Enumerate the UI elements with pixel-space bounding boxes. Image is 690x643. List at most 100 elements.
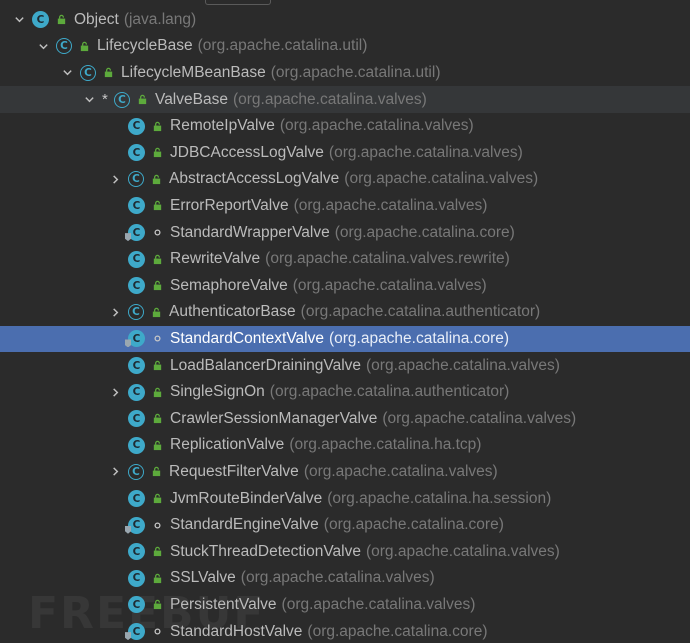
class-icon: C [128,383,145,401]
abstract-class-icon: C [128,304,144,321]
tree-node-sslvalve[interactable]: C SSLValve (org.apache.catalina.valves) [0,565,690,592]
tree-node-semaphore-valve[interactable]: C SemaphoreValve (org.apache.catalina.valv… [0,273,690,300]
public-lock-icon [151,599,163,611]
class-name: Object [74,10,119,28]
public-lock-icon [55,14,67,26]
chevron-right-icon[interactable] [108,305,122,319]
chevron-right-icon[interactable] [108,385,122,399]
tree-node-standard-engine-valve[interactable]: C StandardEngineValve (org.apache.catalina… [0,512,690,539]
class-icon: C [128,490,145,508]
package-name: (org.apache.catalina.authenticator) [269,383,510,401]
tree-node-standard-context-valve[interactable]: C StandardContextValve (org.apache.catalin… [0,325,690,353]
class-name: RequestFilterValve [169,462,299,480]
chevron-right-icon[interactable] [108,465,122,479]
public-lock-icon [150,466,162,478]
public-lock-icon [151,147,163,159]
tree-node-load-balancer-draining-valve[interactable]: C LoadBalancerDrainingValve (org.apache.ca… [0,352,690,379]
focus-marker: * [102,91,108,109]
chevron-right-icon[interactable] [108,172,122,186]
class-icon: C [128,197,145,215]
abstract-class-icon: C [56,38,72,55]
class-icon: C [125,224,145,242]
tree-node-request-filter-valve[interactable]: C RequestFilterValve (org.apache.catalina.… [0,459,690,486]
class-name: LifecycleMBeanBase [121,63,266,81]
tree-node-jdbcaccess-log-valve[interactable]: C JDBCAccessLogValve (org.apache.catalina.… [0,140,690,167]
public-lock-icon [151,360,163,372]
class-icon: C [125,330,145,348]
tree-node-lifecycle-base[interactable]: C LifecycleBase (org.apache.catalina.util) [0,33,690,60]
class-name: CrawlerSessionManagerValve [170,409,378,427]
chevron-down-icon[interactable] [60,66,74,80]
tree-node-abstract-access-log-valve[interactable]: C AbstractAccessLogValve (org.apache.catal… [0,166,690,193]
package-private-dot-icon [151,519,163,531]
tree-node-stuck-thread-detection-valve[interactable]: C StuckThreadDetectionValve (org.apache.ca… [0,539,690,566]
package-name: (org.apache.catalina.util) [197,37,368,55]
tree-node-valve-base[interactable]: * C ValveBase (org.apache.catalina.valves) [0,86,690,113]
tree-node-single-sign-on[interactable]: C SingleSignOn (org.apache.catalina.authen… [0,379,690,406]
package-name: (org.apache.catalina.valves) [365,542,560,560]
type-hierarchy-tree: FREEBUF C Object (java.lang) C LifecycleBase… [0,0,690,643]
package-name: (org.apache.catalina.valves) [279,117,474,135]
tree-node-persistent-valve[interactable]: C PersistentValve (org.apache.catalina.val… [0,592,690,619]
chevron-down-icon[interactable] [36,39,50,53]
public-lock-icon [151,493,163,505]
class-icon: C [128,543,145,561]
package-name: (org.apache.catalina.valves) [281,595,476,613]
class-name: StandardContextValve [170,329,324,347]
class-name: RemoteIpValve [170,117,275,135]
class-name: StandardEngineValve [170,516,319,534]
class-name: AuthenticatorBase [169,303,296,321]
class-icon: C [32,11,49,29]
public-lock-icon [151,439,163,451]
tree-node-crawler-session-manager-valve[interactable]: C CrawlerSessionManagerValve (org.apache.c… [0,406,690,433]
public-lock-icon [151,200,163,212]
class-name: StandardWrapperValve [170,223,330,241]
class-icon: C [128,277,145,295]
tree-node-authenticator-base[interactable]: C AuthenticatorBase (org.apache.catalina.a… [0,299,690,326]
chevron-down-icon[interactable] [12,13,26,27]
package-name: (org.apache.catalina.valves) [344,170,539,188]
public-lock-icon [151,386,163,398]
tree-node-jvm-route-binder-valve[interactable]: C JvmRouteBinderValve (org.apache.catalina… [0,485,690,512]
chevron-down-icon[interactable] [82,93,96,107]
class-name: StandardHostValve [170,622,303,640]
tree-node-error-report-valve[interactable]: C ErrorReportValve (org.apache.catalina.va… [0,193,690,220]
tree-node-rewrite-valve[interactable]: C RewriteValve (org.apache.catalina.valves… [0,246,690,273]
class-icon: C [125,516,145,534]
tree-node-standard-host-valve[interactable]: C StandardHostValve (org.apache.catalina.c… [0,618,690,643]
tree-node-remote-ip-valve[interactable]: C RemoteIpValve (org.apache.catalina.valve… [0,113,690,140]
class-icon: C [128,357,145,375]
tree-node-lifecycle-mbean-base[interactable]: C LifecycleMBeanBase (org.apache.catalina.… [0,60,690,87]
public-lock-icon [150,173,162,185]
class-name: PersistentValve [170,595,277,613]
class-name: StuckThreadDetectionValve [170,542,361,560]
package-name: (org.apache.catalina.valves) [303,462,498,480]
public-lock-icon [102,67,114,79]
class-name: SemaphoreValve [170,276,288,294]
public-lock-icon [151,120,163,132]
package-name: (org.apache.catalina.core) [323,516,504,534]
abstract-class-icon: C [80,64,96,81]
class-name: ErrorReportValve [170,196,289,214]
tree-node-object[interactable]: C Object (java.lang) [0,7,690,34]
class-name: JvmRouteBinderValve [170,489,323,507]
package-name: (org.apache.catalina.valves) [293,196,488,214]
tree-node-standard-wrapper-valve[interactable]: C StandardWrapperValve (org.apache.catalin… [0,219,690,246]
public-lock-icon [150,306,162,318]
tree-node-replication-valve[interactable]: C ReplicationValve (org.apache.catalina.ha… [0,432,690,459]
class-icon: C [128,144,145,162]
package-name: (org.apache.catalina.valves) [232,90,427,108]
package-name: (org.apache.catalina.valves) [382,409,577,427]
package-private-dot-icon [151,333,163,345]
class-name: SSLValve [170,569,236,587]
